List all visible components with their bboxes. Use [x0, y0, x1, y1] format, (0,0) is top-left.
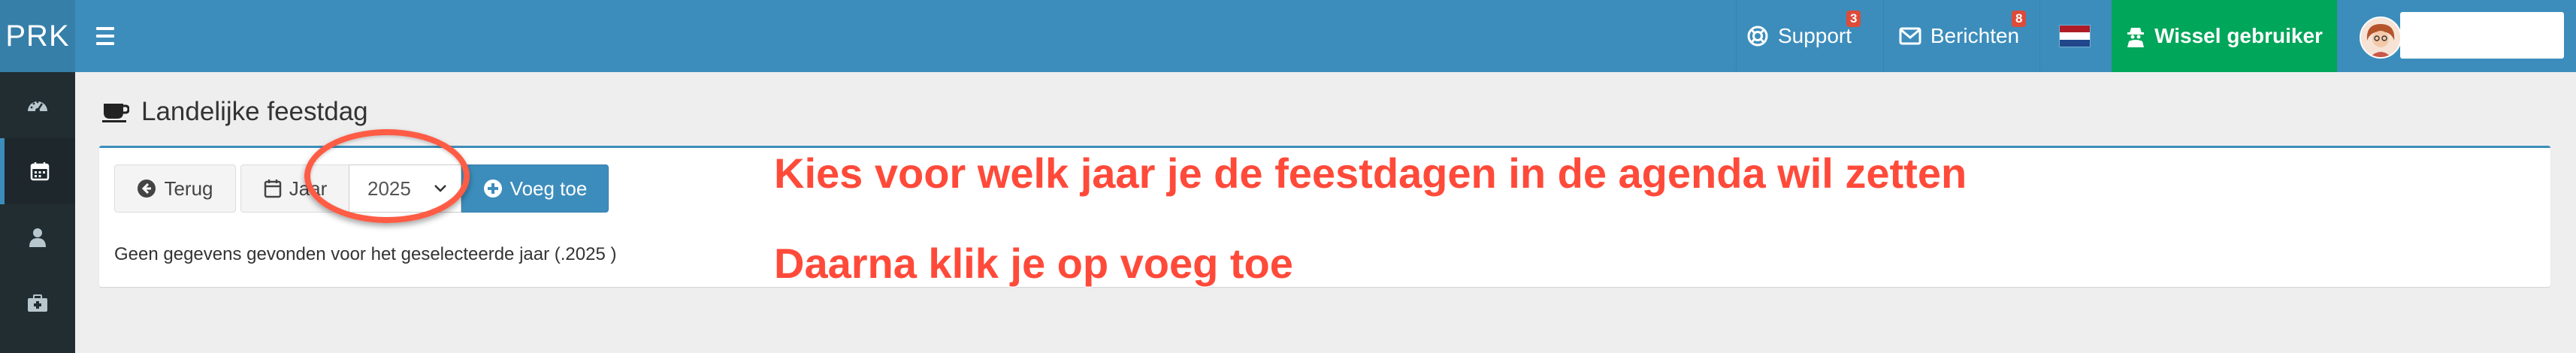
- add-button-label: Voeg toe: [509, 176, 588, 200]
- sidebar: [0, 72, 75, 353]
- add-button[interactable]: Voeg toe: [461, 164, 609, 213]
- messages-badge: 8: [2012, 11, 2027, 27]
- back-button[interactable]: Terug: [114, 164, 236, 213]
- top-navbar: PRK Support 3 Berichten 8 Wissel gebruik…: [0, 0, 2576, 72]
- user-icon: [29, 228, 46, 247]
- dashboard-icon: [28, 101, 47, 113]
- annotation-line-2: Daarna klik je op voeg toe: [774, 240, 1293, 287]
- messages-label: Berichten: [1930, 24, 2020, 47]
- plus-circle-icon: [483, 180, 502, 198]
- life-ring-icon: [1747, 26, 1768, 47]
- support-label: Support: [1777, 24, 1852, 47]
- back-button-label: Terug: [164, 176, 213, 200]
- messages-link[interactable]: Berichten 8: [1883, 0, 2034, 72]
- envelope-icon: [1899, 27, 1921, 45]
- support-badge: 3: [1846, 11, 1861, 27]
- support-link[interactable]: Support 3: [1736, 0, 1861, 72]
- sidebar-item-calendar[interactable]: [0, 138, 75, 204]
- arrow-circle-left-icon: [138, 180, 156, 198]
- calendar-icon: [30, 162, 50, 181]
- coffee-icon: [102, 104, 129, 122]
- sidebar-toggle-button[interactable]: [96, 24, 114, 48]
- annotation-line-1: Kies voor welk jaar je de feestdagen in …: [774, 149, 1967, 197]
- page-title: Landelijke feestdag: [102, 93, 368, 131]
- sidebar-item-user[interactable]: [0, 204, 75, 270]
- user-secret-icon: [2127, 28, 2145, 47]
- avatar[interactable]: [2360, 17, 2402, 59]
- language-selector[interactable]: [2039, 0, 2109, 72]
- brand-logo[interactable]: PRK: [0, 0, 75, 72]
- avatar-image: [2361, 18, 2400, 57]
- dutch-flag-icon: [2059, 25, 2091, 47]
- highlight-ellipse: [304, 129, 470, 223]
- switch-user-label: Wissel gebruiker: [2154, 24, 2323, 47]
- sidebar-item-dashboard[interactable]: [0, 72, 75, 138]
- switch-user-button[interactable]: Wissel gebruiker: [2112, 0, 2337, 72]
- user-menu[interactable]: [2400, 12, 2564, 59]
- sidebar-item-medkit[interactable]: [0, 270, 75, 336]
- medkit-icon: [28, 294, 47, 312]
- page-title-text: Landelijke feestdag: [141, 97, 368, 126]
- calendar-icon: [264, 180, 281, 198]
- empty-state-message: Geen gegevens gevonden voor het geselect…: [114, 244, 617, 264]
